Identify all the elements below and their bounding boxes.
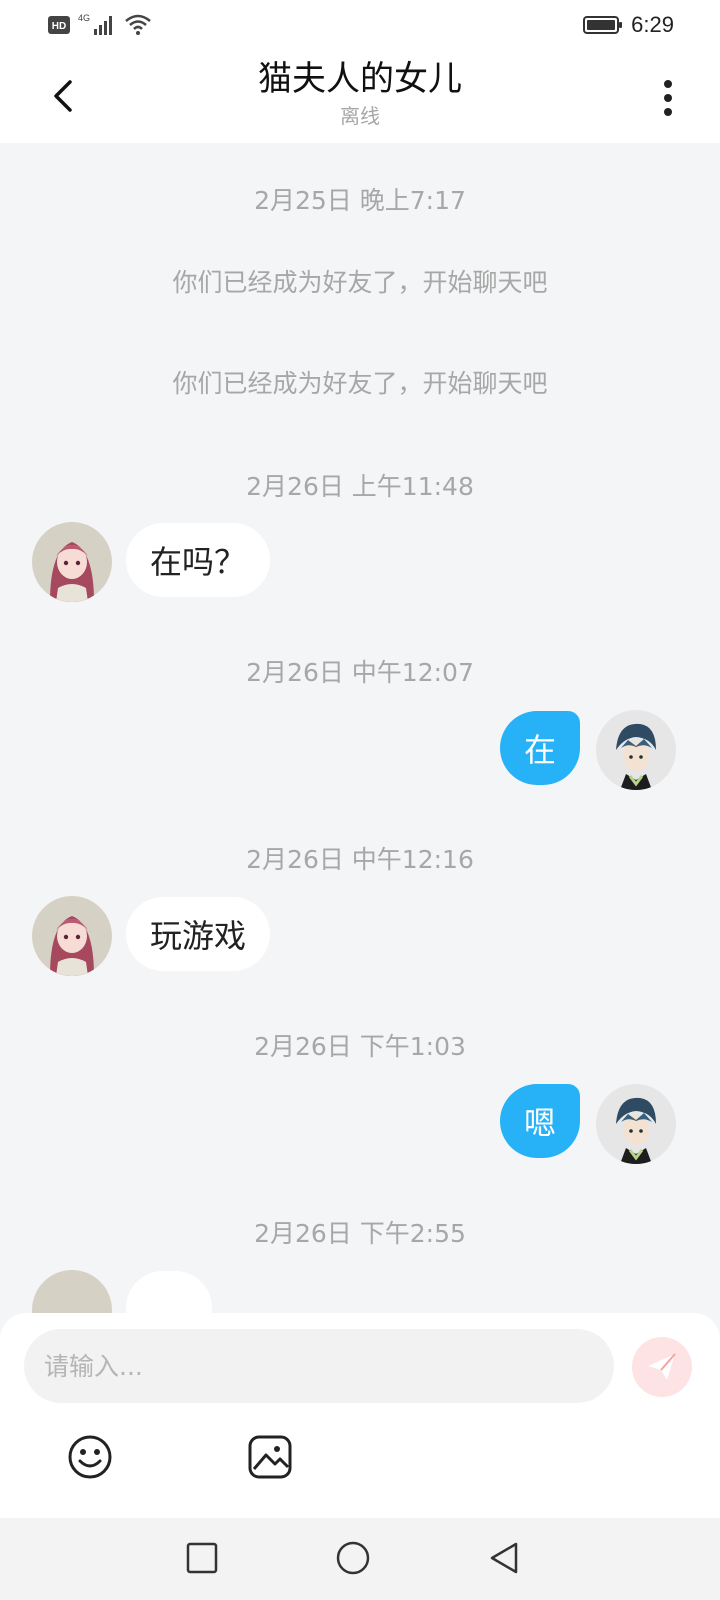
- chat-area[interactable]: 2月25日 晚上7:17 你们已经成为好友了，开始聊天吧 你们已经成为好友了，开…: [0, 143, 720, 1313]
- image-icon: [248, 1435, 292, 1479]
- contact-avatar[interactable]: [32, 522, 112, 602]
- send-button[interactable]: [632, 1337, 692, 1397]
- contact-avatar-partial[interactable]: [32, 1270, 112, 1313]
- system-message: 你们已经成为好友了，开始聊天吧: [172, 369, 548, 398]
- contact-avatar[interactable]: [32, 896, 112, 976]
- emoji-button[interactable]: [66, 1433, 114, 1481]
- nav-recents-button[interactable]: [184, 1540, 220, 1576]
- message-bubble-partial[interactable]: [126, 1271, 212, 1313]
- user-avatar[interactable]: [596, 710, 676, 790]
- network-label: 4G: [78, 13, 90, 23]
- status-right: 6:29: [583, 12, 674, 38]
- status-time: 6:29: [631, 12, 674, 37]
- more-options-button[interactable]: [656, 74, 680, 122]
- message-input[interactable]: [24, 1329, 614, 1403]
- hd-label: HD: [52, 21, 66, 32]
- timestamp: 2月26日 上午11:48: [246, 472, 474, 501]
- circle-icon: [336, 1541, 370, 1575]
- image-button[interactable]: [246, 1433, 294, 1481]
- user-avatar[interactable]: [596, 1084, 676, 1164]
- wifi-icon: [125, 14, 151, 35]
- timestamp: 2月26日 下午1:03: [254, 1032, 466, 1061]
- anime-girl-avatar-icon: [32, 522, 112, 602]
- timestamp: 2月26日 中午12:07: [246, 658, 474, 687]
- timestamp: 2月26日 中午12:16: [246, 845, 474, 874]
- composer: [0, 1313, 720, 1518]
- contact-name: 猫夫人的女儿: [258, 59, 462, 99]
- message-bubble-incoming[interactable]: 玩游戏: [126, 897, 271, 971]
- status-left: HD 4G: [48, 13, 152, 37]
- timestamp: 2月25日 晚上7:17: [254, 186, 466, 215]
- title-block: 猫夫人的女儿 离线: [0, 56, 720, 130]
- chat-header: 猫夫人的女儿 离线: [0, 50, 720, 143]
- hd-badge-icon: HD: [48, 16, 70, 34]
- nav-back-button[interactable]: [486, 1540, 522, 1576]
- system-message: 你们已经成为好友了，开始聊天吧: [172, 268, 548, 297]
- emoji-icon: [68, 1435, 112, 1479]
- anime-boy-avatar-icon: [596, 1084, 676, 1164]
- message-bubble-outgoing[interactable]: 嗯: [499, 1084, 580, 1158]
- status-bar: HD 4G 6:29: [0, 0, 720, 50]
- message-bubble-outgoing[interactable]: 在: [499, 711, 580, 785]
- timestamp: 2月26日 下午2:55: [254, 1219, 466, 1248]
- message-bubble-incoming[interactable]: 在吗？: [126, 523, 271, 597]
- triangle-back-icon: [490, 1542, 518, 1574]
- anime-girl-avatar-icon: [32, 896, 112, 976]
- signal-icon: 4G: [78, 13, 112, 35]
- square-icon: [186, 1542, 218, 1574]
- system-nav-bar: [0, 1518, 720, 1600]
- battery-icon: [583, 16, 623, 34]
- send-icon: [648, 1353, 676, 1380]
- anime-boy-avatar-icon: [596, 710, 676, 790]
- contact-status: 离线: [340, 104, 380, 128]
- more-vertical-icon: [664, 80, 672, 116]
- anime-girl-avatar-icon: [32, 1270, 112, 1313]
- nav-home-button[interactable]: [335, 1540, 371, 1576]
